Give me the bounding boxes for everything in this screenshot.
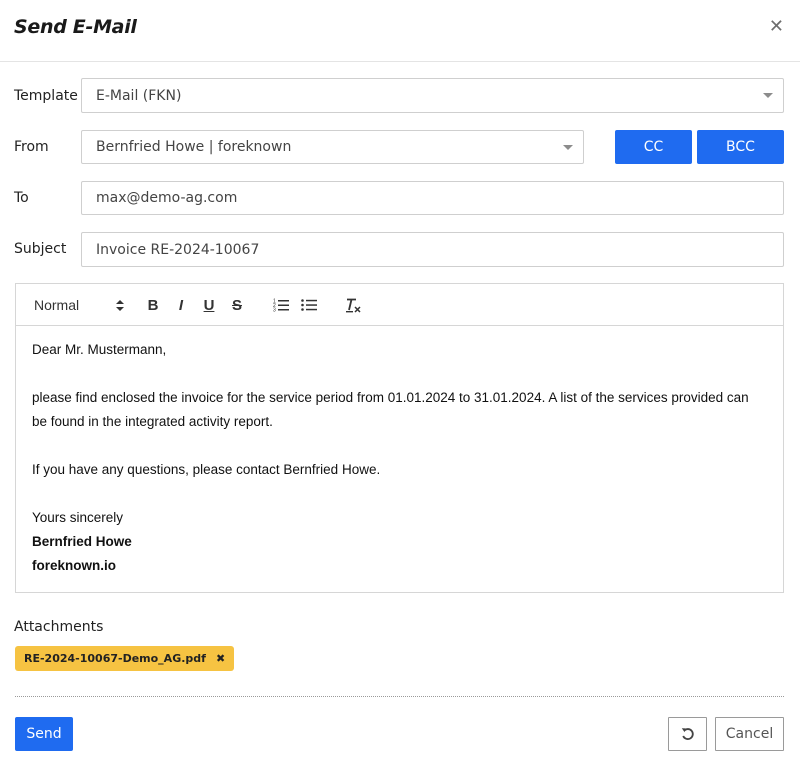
template-select[interactable]: E-Mail (FKN)	[81, 78, 784, 113]
italic-button[interactable]: I	[173, 296, 189, 314]
close-icon[interactable]: ✕	[769, 16, 784, 38]
bullet-list-button[interactable]	[300, 296, 318, 314]
attachment-filename: RE-2024-10067-Demo_AG.pdf	[24, 652, 206, 665]
undo-icon	[681, 728, 694, 740]
message-editor: Normal B I U S 1 2 3 Dear Mr. Mustermann…	[15, 283, 784, 593]
svg-text:3: 3	[273, 308, 276, 313]
remove-attachment-icon[interactable]: ✖	[216, 652, 225, 665]
cancel-button[interactable]: Cancel	[715, 717, 784, 751]
cc-button[interactable]: CC	[615, 130, 692, 164]
updown-icon	[116, 300, 124, 311]
from-select[interactable]: Bernfried Howe | foreknown	[81, 130, 584, 164]
from-value: Bernfried Howe | foreknown	[96, 139, 292, 155]
to-value: max@demo-ag.com	[96, 190, 238, 206]
clear-format-button[interactable]	[344, 296, 362, 314]
message-body[interactable]: Dear Mr. Mustermann, please find enclose…	[32, 338, 762, 578]
chevron-down-icon	[563, 145, 573, 150]
footer-divider	[15, 696, 784, 697]
from-label: From	[14, 139, 49, 155]
body-paragraph-1: please find enclosed the invoice for the…	[32, 390, 749, 429]
bold-button[interactable]: B	[145, 296, 161, 314]
signature-company: foreknown.io	[32, 558, 116, 573]
body-greeting: Dear Mr. Mustermann,	[32, 342, 167, 357]
subject-label: Subject	[14, 241, 67, 257]
body-paragraph-2: If you have any questions, please contac…	[32, 462, 381, 477]
dialog-title: Send E-Mail	[14, 16, 137, 38]
ordered-list-icon: 1 2 3	[273, 299, 289, 313]
body-closing: Yours sincerely	[32, 510, 124, 525]
format-select-value: Normal	[34, 297, 80, 313]
to-label: To	[14, 190, 29, 206]
attachment-chip: RE-2024-10067-Demo_AG.pdf ✖	[15, 646, 235, 671]
dialog-header: Send E-Mail ✕	[0, 0, 800, 62]
clear-format-icon	[346, 298, 361, 313]
editor-toolbar: Normal B I U S 1 2 3	[16, 284, 783, 326]
chevron-down-icon	[763, 93, 773, 98]
reset-button[interactable]	[668, 717, 707, 751]
ordered-list-button[interactable]: 1 2 3	[272, 296, 290, 314]
subject-field[interactable]: Invoice RE-2024-10067	[81, 232, 784, 267]
bullet-list-icon	[301, 299, 317, 311]
bcc-button[interactable]: BCC	[697, 130, 784, 164]
template-label: Template	[14, 88, 78, 104]
underline-button[interactable]: U	[201, 296, 217, 314]
send-button[interactable]: Send	[15, 717, 73, 751]
template-value: E-Mail (FKN)	[96, 87, 182, 104]
subject-value: Invoice RE-2024-10067	[96, 241, 260, 258]
signature-name: Bernfried Howe	[32, 534, 132, 549]
strikethrough-button[interactable]: S	[229, 296, 245, 314]
attachments-label: Attachments	[14, 619, 104, 635]
format-select[interactable]: Normal	[34, 296, 124, 314]
to-field[interactable]: max@demo-ag.com	[81, 181, 784, 215]
